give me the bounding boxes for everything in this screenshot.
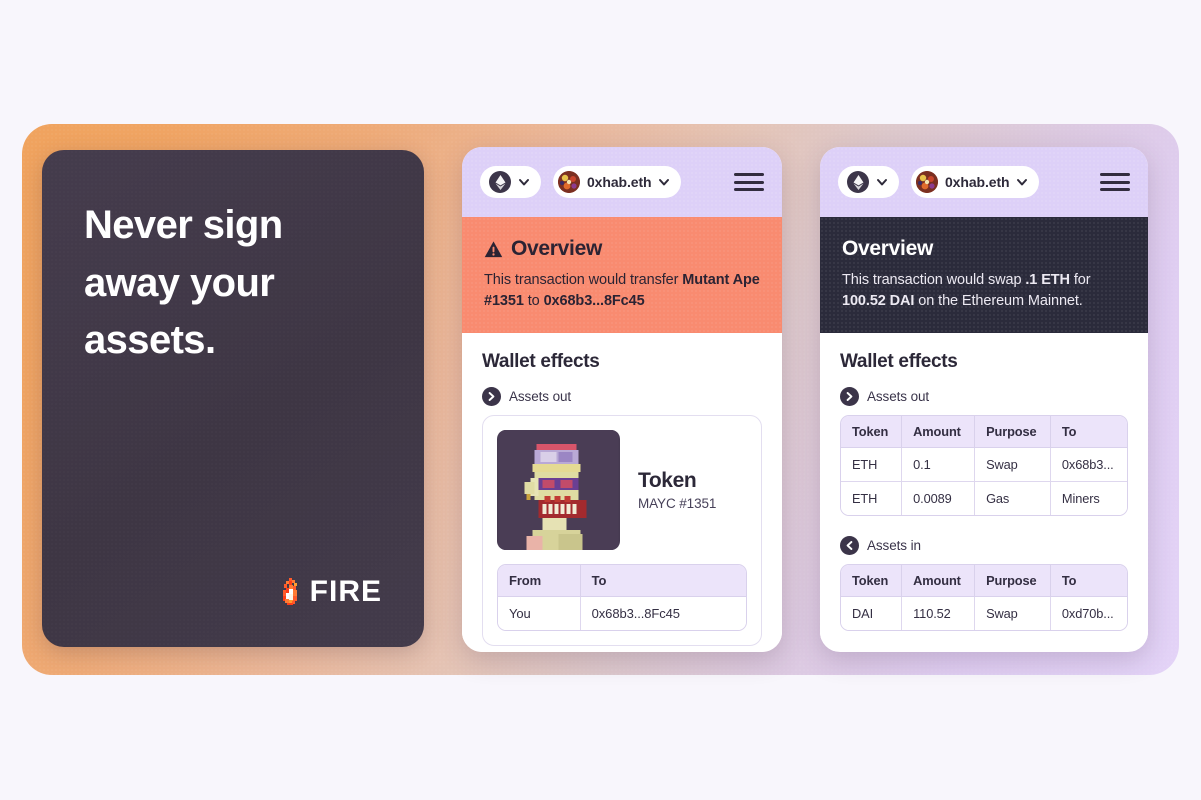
column-header: Purpose (975, 416, 1051, 449)
table-row: DAI 110.52 Swap 0xd70b... (841, 597, 1127, 631)
chevron-down-icon (1017, 179, 1028, 186)
chevron-down-icon (519, 179, 529, 186)
fire-flame-icon (282, 578, 297, 605)
wallet-effects-title: Wallet effects (840, 351, 958, 373)
mutant-ape-nft-thumbnail (497, 430, 620, 551)
account-name: 0xhab.eth (945, 174, 1010, 190)
table-row: ETH 0.0089 Gas Miners (841, 482, 1127, 516)
middle-phone-panel: 0xhab.eth Overview This transaction woul… (462, 147, 782, 652)
table-header-row: From To (498, 565, 746, 598)
table-cell: 0x68b3...8Fc45 (580, 597, 746, 631)
assets-in-table: Token Amount Purpose To DAI 110.52 Swap 0xd70b… (840, 564, 1128, 632)
right-phone-panel: 0xhab.eth Overview This transaction woul… (820, 147, 1148, 652)
account-name: 0xhab.eth (587, 174, 652, 190)
nft-subtitle: MAYC #1351 (638, 496, 717, 512)
table-header-row: Token Amount Purpose To (841, 416, 1127, 449)
nft-card-meta: Token MAYC #1351 (638, 469, 716, 511)
hamburger-menu-icon[interactable] (734, 173, 764, 191)
hero-panel: Never sign away your assets. FIRE (42, 150, 424, 647)
table-body: You 0x68b3...8Fc45 (498, 597, 746, 631)
arrow-right-circle-icon (482, 387, 501, 407)
assets-out-group-header: Assets out (482, 387, 762, 407)
wallet-effects-title: Wallet effects (482, 351, 600, 373)
table-cell: Swap (975, 597, 1051, 631)
table-cell: 0xd70b... (1050, 597, 1127, 631)
column-header: Amount (902, 416, 976, 449)
arrow-left-circle-icon (840, 536, 859, 556)
middle-overview-banner: Overview This transaction would transfer… (462, 217, 782, 334)
column-header: Token (841, 565, 903, 598)
right-overview-banner: Overview This transaction would swap .1 … (820, 217, 1148, 334)
chevron-down-icon (877, 179, 887, 186)
ethereum-icon (489, 171, 511, 193)
column-header: Purpose (975, 565, 1051, 598)
fire-wordmark: FIRE (309, 575, 382, 608)
column-header: Amount (902, 565, 976, 598)
nft-name: Token (638, 469, 697, 493)
assets-in-group-header: Assets in (840, 536, 1128, 556)
table-row: You 0x68b3...8Fc45 (498, 597, 746, 631)
account-selector[interactable]: 0xhab.eth (553, 166, 682, 198)
right-wallet-effects: Wallet effects Assets out Token Amount Pur… (820, 333, 1148, 652)
network-selector[interactable] (480, 166, 541, 198)
account-avatar (916, 171, 938, 193)
assets-out-label: Assets out (867, 389, 930, 405)
chevron-down-icon (659, 179, 670, 186)
assets-out-label: Assets out (509, 389, 572, 405)
assets-out-group-header: Assets out (840, 387, 1128, 407)
middle-overview-text: This transaction would transfer Mutant A… (484, 272, 760, 309)
table-cell: You (498, 597, 581, 631)
table-cell: 0.1 (902, 448, 976, 483)
middle-topbar: 0xhab.eth (462, 147, 782, 217)
overview-title: Overview (842, 237, 933, 260)
table-cell: Swap (975, 448, 1051, 483)
overview-heading: Overview (484, 237, 760, 261)
table-cell: Gas (975, 482, 1051, 516)
screenshot-stage: Never sign away your assets. FIRE 0xhab.… (0, 0, 1201, 800)
table-cell: ETH (841, 448, 903, 483)
table-cell: 0x68b3... (1050, 448, 1127, 483)
account-selector[interactable]: 0xhab.eth (911, 166, 1040, 198)
table-cell: DAI (841, 597, 903, 631)
middle-wallet-effects: Wallet effects Assets out Token MAYC #13… (462, 333, 782, 652)
column-header: From (498, 565, 581, 598)
column-header: Token (841, 416, 903, 449)
account-avatar (558, 171, 580, 193)
nft-asset-card[interactable]: Token MAYC #1351 From To You 0x68b3...8Fc4… (482, 415, 762, 647)
table-cell: Miners (1050, 482, 1127, 516)
hamburger-menu-icon[interactable] (1100, 173, 1130, 191)
column-header: To (580, 565, 746, 598)
right-overview-text: This transaction would swap .1 ETH for 1… (842, 272, 1091, 309)
nft-card-top: Token MAYC #1351 (497, 430, 747, 551)
table-row: ETH 0.1 Swap 0x68b3... (841, 448, 1127, 483)
ethereum-icon (847, 171, 869, 193)
table-body: ETH 0.1 Swap 0x68b3... ETH 0.0089 Gas Miners (841, 448, 1127, 516)
network-selector[interactable] (838, 166, 899, 198)
overview-heading: Overview (842, 237, 1126, 261)
hero-headline: Never sign away your assets. (84, 203, 283, 363)
right-topbar: 0xhab.eth (820, 147, 1148, 217)
table-cell: 0.0089 (902, 482, 976, 516)
table-header-row: Token Amount Purpose To (841, 565, 1127, 598)
from-to-table: From To You 0x68b3...8Fc45 (497, 564, 747, 632)
warning-triangle-icon (484, 240, 503, 257)
fire-logo: FIRE (280, 575, 382, 609)
overview-title: Overview (511, 237, 602, 260)
assets-in-label: Assets in (867, 538, 921, 554)
arrow-right-circle-icon (840, 387, 859, 407)
assets-out-table: Token Amount Purpose To ETH 0.1 Swap 0x68b3...… (840, 415, 1128, 517)
table-cell: ETH (841, 482, 903, 516)
column-header: To (1050, 565, 1127, 598)
table-cell: 110.52 (902, 597, 976, 631)
table-body: DAI 110.52 Swap 0xd70b... (841, 597, 1127, 631)
column-header: To (1050, 416, 1127, 449)
